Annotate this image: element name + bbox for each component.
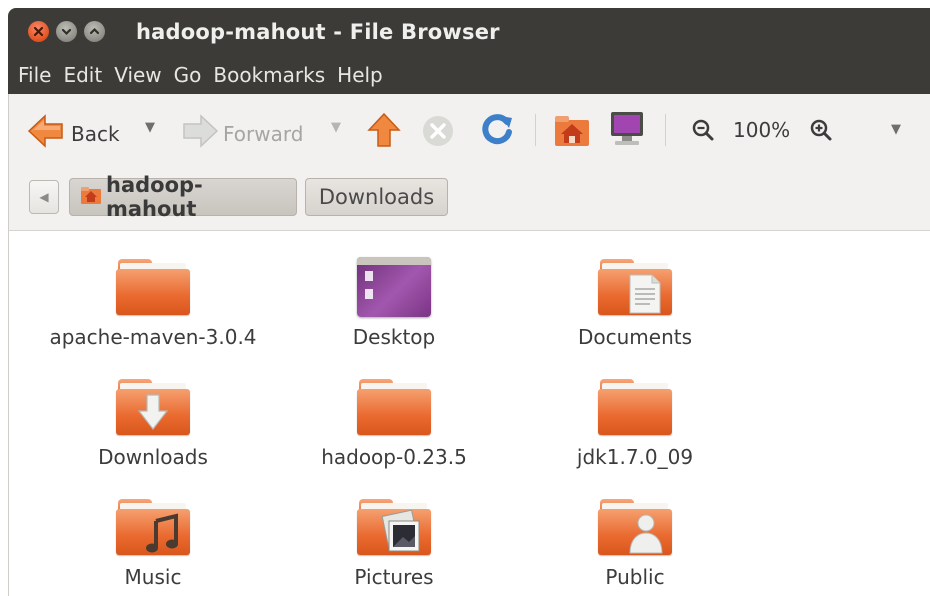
title-bar[interactable]: hadoop-mahout - File Browser bbox=[8, 8, 930, 56]
menu-view[interactable]: View bbox=[114, 63, 161, 87]
zoom-level-label: 100% bbox=[733, 118, 791, 142]
toolbar: Back ▼ Forward ▼ 100% ▼ ◀ hadoop-mahout … bbox=[8, 94, 930, 230]
back-label: Back bbox=[71, 121, 120, 146]
home-folder-icon bbox=[80, 185, 102, 210]
folder-icon bbox=[598, 375, 672, 437]
toolbar-separator bbox=[665, 114, 666, 146]
zoom-in-button[interactable] bbox=[809, 118, 833, 147]
breadcrumb-hadoop-mahout[interactable]: hadoop-mahout bbox=[69, 173, 297, 221]
back-history-dropdown[interactable]: ▼ bbox=[145, 120, 155, 135]
menu-file[interactable]: File bbox=[18, 63, 51, 87]
chevron-left-icon: ◀ bbox=[39, 190, 49, 204]
file-name: Desktop bbox=[352, 325, 436, 349]
path-scroll-left-button[interactable]: ◀ bbox=[29, 180, 59, 214]
up-arrow-icon bbox=[367, 112, 401, 153]
desktop-folder-icon bbox=[357, 255, 431, 317]
file-name: Public bbox=[605, 565, 665, 589]
dropdown-arrow-icon: ▼ bbox=[145, 120, 155, 135]
maximize-icon[interactable] bbox=[84, 21, 105, 42]
file-name: Documents bbox=[577, 325, 693, 349]
file-item[interactable]: jdk1.7.0_09 bbox=[515, 375, 755, 469]
documents-folder-icon bbox=[598, 255, 672, 317]
menu-bar: File Edit View Go Bookmarks Help bbox=[8, 56, 930, 94]
folder-icon bbox=[357, 375, 431, 437]
home-icon bbox=[553, 112, 591, 153]
computer-icon bbox=[609, 110, 645, 153]
toolbar-overflow-button[interactable]: ▼ bbox=[891, 122, 901, 137]
back-button[interactable]: Back bbox=[27, 114, 120, 153]
breadcrumb-label: hadoop-mahout bbox=[106, 173, 203, 221]
file-name: jdk1.7.0_09 bbox=[576, 445, 694, 469]
public-folder-icon bbox=[598, 495, 672, 557]
zoom-in-icon bbox=[809, 118, 833, 147]
forward-arrow-icon bbox=[181, 114, 219, 153]
computer-button[interactable] bbox=[609, 110, 645, 153]
downloads-folder-icon bbox=[116, 375, 190, 437]
reload-icon bbox=[479, 112, 515, 153]
file-view[interactable]: apache-maven-3.0.4 Desktop Documents Dow… bbox=[8, 230, 930, 596]
file-name: Pictures bbox=[354, 565, 434, 589]
menu-bookmarks[interactable]: Bookmarks bbox=[213, 63, 325, 87]
close-icon[interactable] bbox=[28, 21, 49, 42]
zoom-out-button[interactable] bbox=[691, 118, 715, 147]
back-arrow-icon bbox=[27, 114, 65, 153]
file-item[interactable]: apache-maven-3.0.4 bbox=[33, 255, 273, 349]
menu-edit[interactable]: Edit bbox=[63, 63, 102, 87]
file-name: hadoop-0.23.5 bbox=[321, 445, 467, 469]
breadcrumb-label: Downloads bbox=[318, 185, 435, 209]
file-item[interactable]: Documents bbox=[515, 255, 755, 349]
toolbar-separator bbox=[535, 114, 536, 146]
file-item[interactable]: Music bbox=[33, 495, 273, 589]
file-item[interactable]: Desktop bbox=[274, 255, 514, 349]
file-name: Downloads bbox=[98, 445, 208, 469]
reload-button[interactable] bbox=[479, 112, 515, 153]
file-item[interactable]: Downloads bbox=[33, 375, 273, 469]
forward-history-dropdown[interactable]: ▼ bbox=[331, 120, 341, 135]
zoom-level[interactable]: 100% bbox=[733, 118, 790, 142]
dropdown-icon: ▼ bbox=[891, 122, 901, 137]
up-button[interactable] bbox=[367, 112, 401, 153]
pictures-folder-icon bbox=[357, 495, 431, 557]
menu-go[interactable]: Go bbox=[174, 63, 202, 87]
forward-button[interactable]: Forward bbox=[181, 114, 303, 153]
file-item[interactable]: Pictures bbox=[274, 495, 514, 589]
menu-help[interactable]: Help bbox=[337, 63, 383, 87]
stop-icon bbox=[421, 114, 455, 153]
music-folder-icon bbox=[116, 495, 190, 557]
zoom-out-icon bbox=[691, 118, 715, 147]
window-title: hadoop-mahout - File Browser bbox=[136, 20, 500, 44]
dropdown-arrow-icon: ▼ bbox=[331, 120, 341, 135]
forward-label: Forward bbox=[223, 121, 304, 146]
breadcrumb-downloads[interactable]: Downloads bbox=[305, 178, 448, 216]
file-item[interactable]: hadoop-0.23.5 bbox=[274, 375, 514, 469]
folder-icon bbox=[116, 255, 190, 317]
stop-button[interactable] bbox=[421, 114, 455, 153]
file-item[interactable]: Public bbox=[515, 495, 755, 589]
file-name: apache-maven-3.0.4 bbox=[49, 325, 257, 349]
minimize-icon[interactable] bbox=[56, 21, 77, 42]
home-button[interactable] bbox=[553, 112, 591, 153]
file-name: Music bbox=[124, 565, 182, 589]
